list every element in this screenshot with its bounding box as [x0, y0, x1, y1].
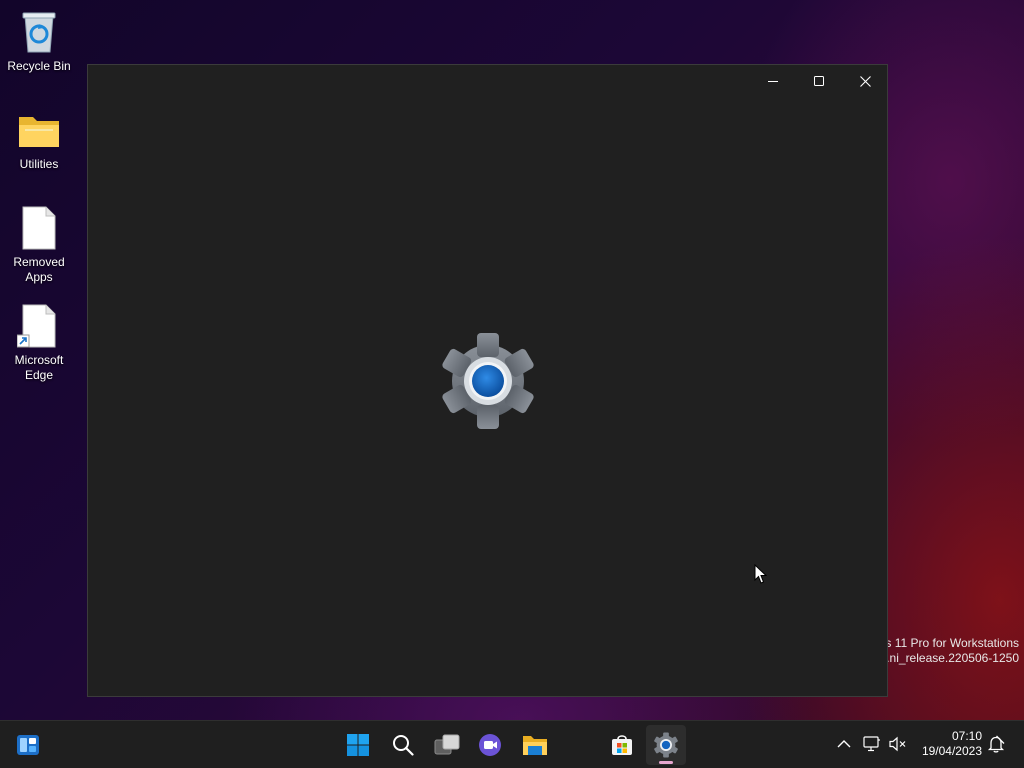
network-button[interactable]: [861, 733, 883, 755]
settings-gear-icon: [438, 333, 538, 429]
clock-date: 19/04/2023: [921, 744, 982, 758]
search-icon: [393, 735, 414, 756]
desktop-icon-utilities[interactable]: Utilities: [3, 106, 75, 172]
start-icon: [347, 734, 369, 756]
chevron-up-icon: [837, 740, 851, 748]
text-file-icon: [15, 204, 63, 252]
taskbar-clock[interactable]: 07:10 19/04/2023: [922, 729, 982, 759]
minimize-button[interactable]: [750, 65, 796, 97]
minimize-icon: [768, 81, 778, 82]
desktop-icon-recycle-bin[interactable]: Recycle Bin: [3, 8, 75, 74]
desktop-icon-removed-apps[interactable]: Removed Apps: [3, 204, 75, 285]
notifications-button[interactable]: [985, 733, 1007, 755]
close-button[interactable]: [842, 65, 888, 97]
chat-button[interactable]: [470, 725, 510, 765]
maximize-button[interactable]: [796, 65, 842, 97]
active-app-indicator: [659, 761, 673, 764]
network-icon: [863, 736, 880, 752]
search-button[interactable]: [383, 725, 423, 765]
settings-icon: [654, 732, 678, 758]
volume-muted-icon: [889, 736, 906, 752]
chat-icon: [479, 734, 501, 756]
desktop-icon-label: Recycle Bin: [7, 59, 71, 73]
task-view-button[interactable]: [427, 725, 467, 765]
shortcut-file-icon: [15, 302, 63, 350]
recycle-bin-icon: [15, 8, 63, 56]
desktop-icon-label: Microsoft Edge: [14, 353, 64, 382]
show-hidden-icons-button[interactable]: [833, 733, 855, 755]
start-button[interactable]: [338, 725, 378, 765]
widgets-icon: [17, 735, 39, 755]
settings-window[interactable]: [87, 64, 888, 697]
desktop-icon-microsoft-edge[interactable]: Microsoft Edge: [3, 302, 75, 383]
taskbar: 07:10 19/04/2023: [0, 720, 1024, 768]
maximize-icon: [814, 76, 824, 86]
task-view-icon: [434, 734, 460, 755]
mouse-cursor-icon: [754, 563, 768, 589]
store-icon: [612, 735, 632, 755]
folder-icon: [15, 106, 63, 154]
settings-taskbar-button[interactable]: [646, 725, 686, 765]
store-button[interactable]: [602, 725, 642, 765]
notifications-icon: [987, 735, 1005, 753]
widgets-button[interactable]: [8, 725, 48, 765]
desktop-icon-label: Utilities: [19, 157, 59, 171]
file-explorer-icon: [523, 736, 547, 755]
file-explorer-button[interactable]: [515, 725, 555, 765]
volume-button[interactable]: [887, 733, 909, 755]
clock-time: 07:10: [951, 729, 982, 743]
close-icon: [859, 75, 871, 87]
desktop-icon-label: Removed Apps: [13, 255, 65, 284]
